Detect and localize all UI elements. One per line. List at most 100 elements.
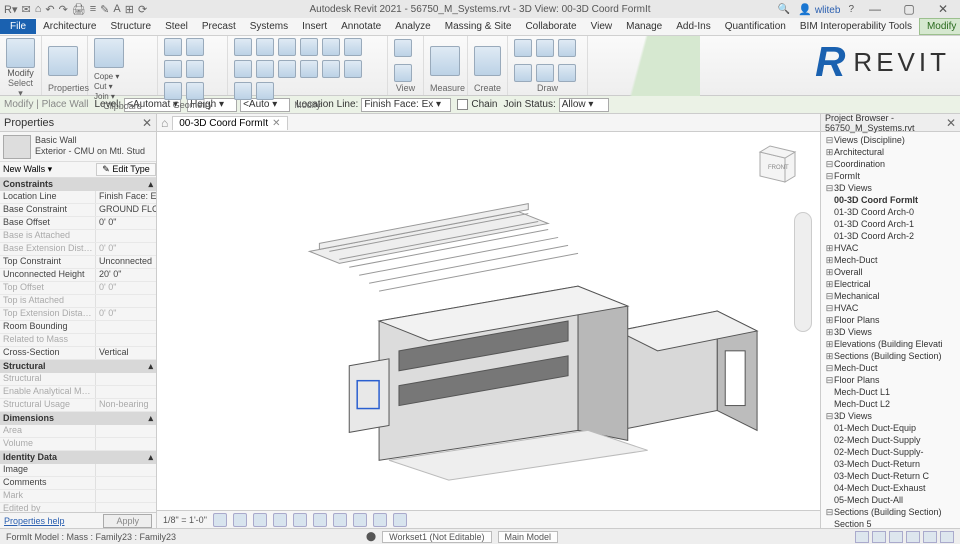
modify-tool-icon[interactable] (322, 60, 340, 78)
property-row[interactable]: Top Offset0' 0" (0, 282, 156, 295)
tree-node[interactable]: 03-Mech Duct-Return (823, 458, 958, 470)
tree-node[interactable]: ⊟HVAC (823, 302, 958, 314)
tree-node[interactable]: ⊞Sections (Building Section) (823, 350, 958, 362)
tab-file[interactable]: File (0, 19, 36, 34)
modify-tool-icon[interactable] (300, 60, 318, 78)
apply-button[interactable]: Apply (103, 514, 152, 528)
join-status-dropdown[interactable]: Allow ▾ (559, 98, 609, 112)
geom-tool-icon[interactable] (164, 82, 182, 100)
tab-steel[interactable]: Steel (158, 19, 195, 34)
tree-node[interactable]: Mech-Duct L2 (823, 398, 958, 410)
property-row[interactable]: Structural UsageNon-bearing (0, 399, 156, 412)
qat-btn[interactable]: ⌂ (35, 3, 42, 15)
tree-node[interactable]: ⊟Mech-Duct (823, 362, 958, 374)
property-row[interactable]: Structural (0, 373, 156, 386)
property-row[interactable]: Top Extension Dista…0' 0" (0, 308, 156, 321)
geom-tool-icon[interactable] (186, 82, 204, 100)
measure-tool-icon[interactable] (430, 46, 460, 76)
property-row[interactable]: Mark (0, 490, 156, 503)
workset-dropdown[interactable]: Workset1 (Not Editable) (382, 531, 491, 543)
tree-node[interactable]: ⊟Sections (Building Section) (823, 506, 958, 518)
property-row[interactable]: Volume (0, 438, 156, 451)
tree-node[interactable]: ⊟Coordination (823, 158, 958, 170)
tab-precast[interactable]: Precast (195, 19, 243, 34)
tab-architecture[interactable]: Architecture (36, 19, 103, 34)
tab-structure[interactable]: Structure (103, 19, 158, 34)
tab-collaborate[interactable]: Collaborate (518, 19, 583, 34)
property-row[interactable]: Base ConstraintGROUND FLOOR (0, 204, 156, 217)
geom-tool-icon[interactable] (186, 60, 204, 78)
viewctrl-icon[interactable] (233, 513, 247, 527)
tree-node[interactable]: ⊞3D Views (823, 326, 958, 338)
tab-bim-interop[interactable]: BIM Interoperability Tools (793, 19, 919, 34)
qat-redo-icon[interactable]: ↷ (59, 3, 68, 16)
modify-tool-icon[interactable] (256, 38, 274, 56)
modify-tool-icon[interactable] (234, 60, 252, 78)
qat-btn[interactable]: ✎ (100, 3, 109, 16)
3d-canvas[interactable]: FRONT (157, 132, 820, 510)
viewctrl-icon[interactable] (253, 513, 267, 527)
tab-analyze[interactable]: Analyze (388, 19, 438, 34)
draw-tool-icon[interactable] (536, 39, 554, 57)
maximize-button[interactable]: ▢ (896, 2, 922, 16)
viewctrl-icon[interactable] (273, 513, 287, 527)
property-row[interactable]: Top is Attached (0, 295, 156, 308)
property-row[interactable]: Comments (0, 477, 156, 490)
geom-tool-icon[interactable] (164, 60, 182, 78)
tree-node[interactable]: ⊟3D Views (823, 410, 958, 422)
tab-addins[interactable]: Add-Ins (669, 19, 717, 34)
property-row[interactable]: Cross-SectionVertical (0, 347, 156, 360)
view-tab[interactable]: 00-3D Coord FormIt✕ (172, 116, 287, 130)
modify-tool-icon[interactable] (322, 38, 340, 56)
property-row[interactable]: Enable Analytical M… (0, 386, 156, 399)
cut-button[interactable]: Cut ▾ (94, 82, 119, 91)
modify-tool-icon[interactable] (300, 38, 318, 56)
status-btn[interactable] (855, 531, 869, 543)
scale-label[interactable]: 1/8" = 1'-0" (163, 515, 207, 525)
user-label[interactable]: 👤 wliteb (798, 3, 840, 16)
property-row[interactable]: Related to Mass (0, 334, 156, 347)
qat-btn[interactable]: ⊞ (125, 3, 134, 16)
qat-btn[interactable]: ⟳ (138, 3, 147, 16)
tree-node[interactable]: ⊞Elevations (Building Elevati (823, 338, 958, 350)
tree-node[interactable]: ⊞HVAC (823, 242, 958, 254)
property-row[interactable]: Base Offset0' 0" (0, 217, 156, 230)
view-cube[interactable]: FRONT (740, 142, 800, 202)
view-tool-icon[interactable] (394, 39, 412, 57)
tab-insert[interactable]: Insert (295, 19, 334, 34)
modify-tool-icon[interactable] (234, 38, 252, 56)
view-tool-icon[interactable] (394, 64, 412, 82)
tree-node[interactable]: ⊟Views (Discipline) (823, 134, 958, 146)
minimize-button[interactable]: — (862, 2, 888, 16)
tab-annotate[interactable]: Annotate (334, 19, 388, 34)
modify-tool-icon[interactable] (6, 38, 35, 68)
tab-modify-place-wall[interactable]: Modify | Place Wall (919, 18, 960, 35)
viewctrl-icon[interactable] (333, 513, 347, 527)
modify-tool-icon[interactable] (344, 60, 362, 78)
tree-node[interactable]: 01-Mech Duct-Equip (823, 422, 958, 434)
qat-btn[interactable]: A (113, 3, 120, 15)
viewctrl-icon[interactable] (313, 513, 327, 527)
edit-type-button[interactable]: ✎ Edit Type (96, 163, 156, 176)
app-menu-icon[interactable]: R▾ (4, 3, 17, 16)
tree-node[interactable]: 01-3D Coord Arch-1 (823, 218, 958, 230)
properties-close-icon[interactable]: ✕ (142, 116, 152, 130)
tab-systems[interactable]: Systems (243, 19, 295, 34)
qat-print-icon[interactable]: 🖨 (72, 3, 86, 16)
viewctrl-icon[interactable] (353, 513, 367, 527)
model-dropdown[interactable]: Main Model (498, 531, 559, 543)
tree-node[interactable]: ⊞Architectural (823, 146, 958, 158)
workset-indicator[interactable]: ⬤ (366, 531, 376, 542)
modify-tool-icon[interactable] (256, 82, 274, 100)
help-icon[interactable]: ? (848, 4, 854, 15)
tree-node[interactable]: 02-Mech Duct-Supply- (823, 446, 958, 458)
tab-view[interactable]: View (584, 19, 620, 34)
status-btn[interactable] (889, 531, 903, 543)
tree-node[interactable]: ⊟FormIt (823, 170, 958, 182)
draw-tool-icon[interactable] (536, 64, 554, 82)
properties-icon[interactable] (48, 46, 78, 76)
tree-node[interactable]: ⊟Mechanical (823, 290, 958, 302)
type-selector[interactable]: Basic Wall Exterior - CMU on Mtl. Stud (0, 132, 156, 162)
tab-massing[interactable]: Massing & Site (438, 19, 519, 34)
navigation-bar[interactable] (794, 212, 812, 332)
